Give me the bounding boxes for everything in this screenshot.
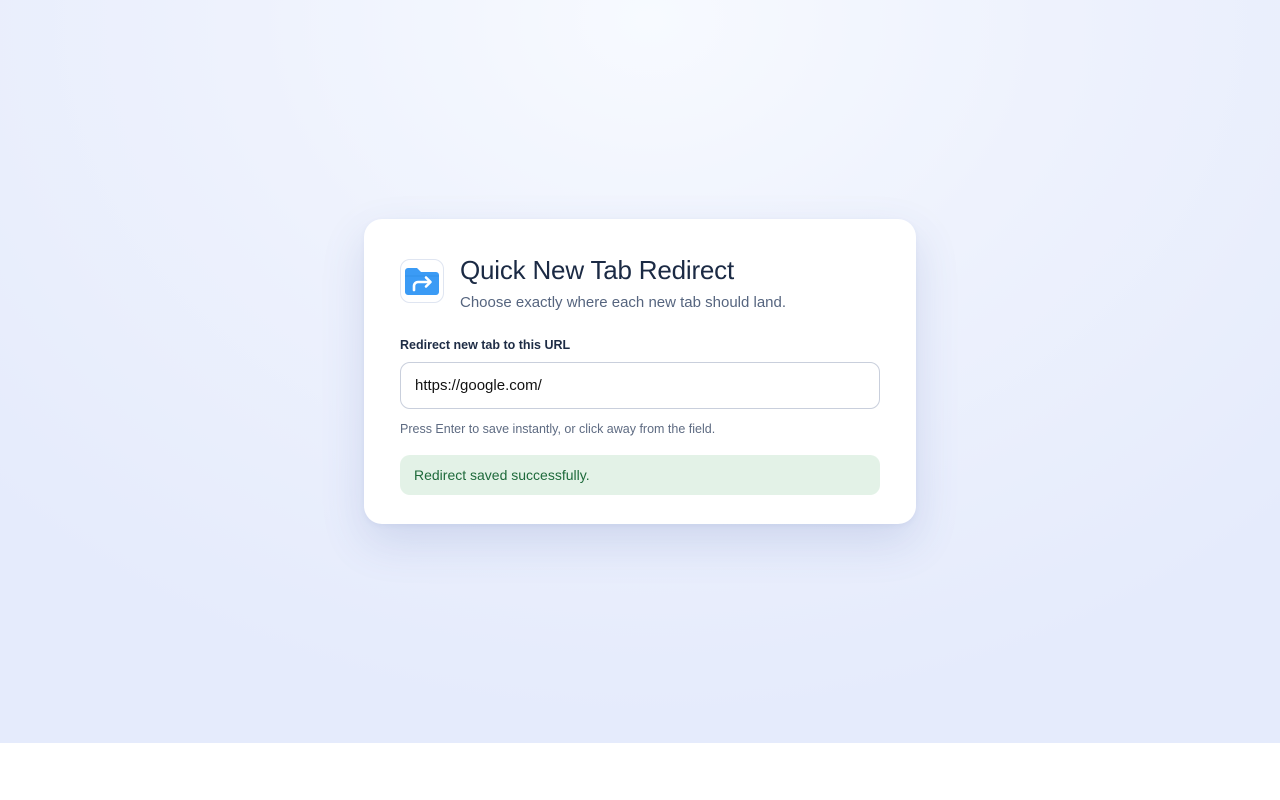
card-header: Quick New Tab Redirect Choose exactly wh… [400, 255, 880, 313]
page-subtitle: Choose exactly where each new tab should… [460, 294, 787, 311]
url-field-label: Redirect new tab to this URL [400, 338, 571, 352]
success-status-message: Redirect saved successfully. [400, 455, 880, 495]
redirect-url-input[interactable] [400, 362, 880, 409]
save-hint: Press Enter to save instantly, or click … [400, 422, 716, 436]
settings-card: Quick New Tab Redirect Choose exactly wh… [364, 219, 916, 524]
folder-redirect-icon [400, 259, 444, 303]
header-titles: Quick New Tab Redirect Choose exactly wh… [460, 255, 786, 313]
page-title: Quick New Tab Redirect [460, 255, 735, 285]
